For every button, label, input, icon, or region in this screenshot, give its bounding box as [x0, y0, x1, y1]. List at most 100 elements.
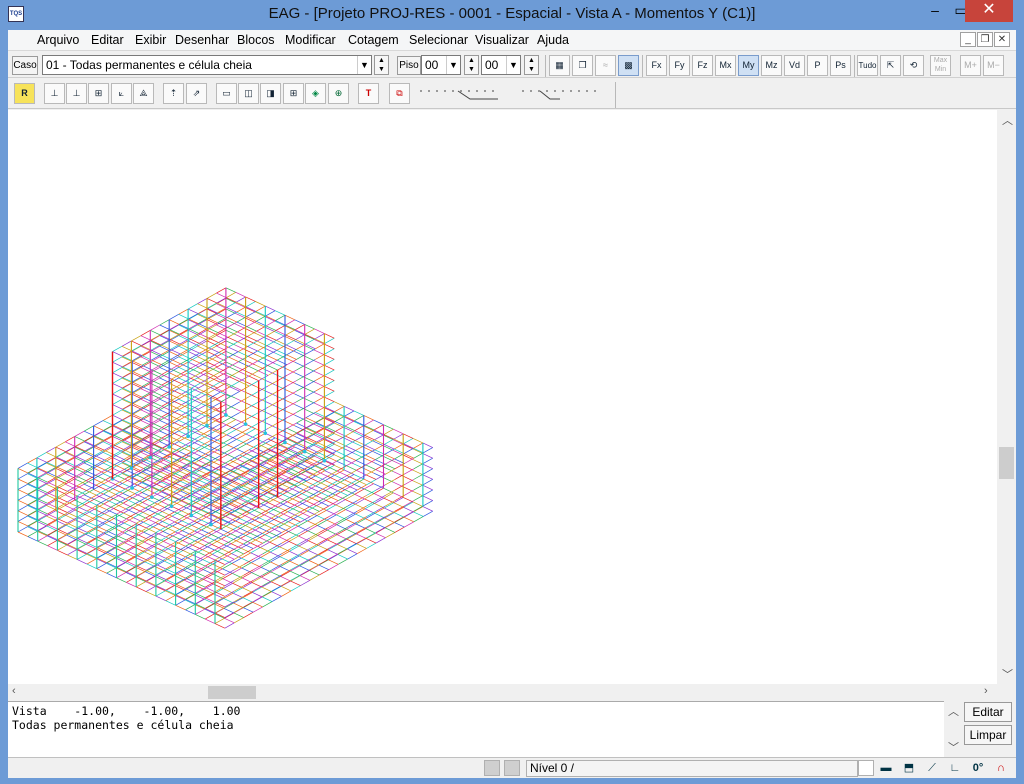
- piso-from-spinner[interactable]: ▲ ▼: [464, 55, 479, 75]
- chevron-down-icon[interactable]: ▼: [357, 56, 371, 74]
- menu-blocos[interactable]: Blocos: [237, 33, 275, 47]
- axis-xz-icon[interactable]: ⊥: [66, 83, 87, 104]
- snap-icon[interactable]: ⬒: [899, 759, 919, 778]
- copy-icon[interactable]: ❐: [572, 55, 593, 76]
- frame-member: [151, 354, 162, 361]
- editar-button[interactable]: Editar: [964, 702, 1012, 722]
- max-min-icon[interactable]: Max Min: [930, 55, 951, 76]
- piso-to-select[interactable]: 00 ▼: [481, 55, 521, 75]
- mdi-close-button[interactable]: ✕: [994, 32, 1010, 47]
- command-console[interactable]: Vista -1.00, -1.00, 1.00 Todas permanente…: [8, 701, 944, 757]
- menu-arquivo[interactable]: Arquivo: [37, 33, 79, 47]
- move-up-icon[interactable]: ⇡: [163, 83, 184, 104]
- chevron-down-icon[interactable]: ▼: [446, 56, 460, 74]
- scroll-down-icon[interactable]: ﹀: [948, 739, 959, 755]
- chevron-down-icon[interactable]: ▼: [506, 56, 520, 74]
- angle-indicator[interactable]: 0°: [968, 759, 988, 778]
- menu-selecionar[interactable]: Selecionar: [409, 33, 468, 47]
- force-fy-icon[interactable]: Fy: [669, 55, 690, 76]
- rotate-axis-2-icon[interactable]: ⟁: [133, 83, 154, 104]
- vertical-scroll-thumb[interactable]: [999, 447, 1014, 479]
- menu-ajuda[interactable]: Ajuda: [537, 33, 569, 47]
- frame-grid-icon[interactable]: ⊞: [283, 83, 304, 104]
- menu-desenhar[interactable]: Desenhar: [175, 33, 229, 47]
- r-button[interactable]: R: [14, 83, 35, 104]
- cube-3d-icon[interactable]: ◈: [305, 83, 326, 104]
- moment-plus-icon[interactable]: M+: [960, 55, 981, 76]
- menu-modificar[interactable]: Modificar: [285, 33, 336, 47]
- frame-member: [224, 601, 235, 608]
- line-weight-icon[interactable]: ▬: [876, 759, 896, 778]
- ortho-line-icon[interactable]: ⟋: [922, 759, 942, 778]
- horizontal-scroll-thumb[interactable]: [208, 686, 256, 699]
- limpar-button[interactable]: Limpar: [964, 725, 1012, 745]
- building-3d-icon[interactable]: ▩: [618, 55, 639, 76]
- frame-member: [27, 510, 38, 517]
- t-button[interactable]: T: [358, 83, 379, 104]
- frame-member: [210, 471, 221, 477]
- magnet-icon[interactable]: ∩: [991, 759, 1011, 778]
- vd-icon[interactable]: Vd: [784, 55, 805, 76]
- window-refresh-icon[interactable]: ⟲: [903, 55, 924, 76]
- scroll-down-icon[interactable]: ﹀: [1002, 666, 1013, 682]
- close-button[interactable]: ✕: [965, 0, 1013, 22]
- moment-minus-icon[interactable]: M−: [983, 55, 1004, 76]
- piso-from-select[interactable]: 00 ▼: [421, 55, 461, 75]
- moment-mx-icon[interactable]: Mx: [715, 55, 736, 76]
- frame-split-icon[interactable]: ◫: [238, 83, 259, 104]
- crosshair-icon[interactable]: ⊕: [328, 83, 349, 104]
- caso-select[interactable]: 01 - Todas permanentes e célula cheia ▼: [42, 55, 372, 75]
- color-swatch[interactable]: [858, 760, 874, 776]
- console-scrollbar[interactable]: ︿ ﹀: [944, 701, 961, 757]
- frame-member: [422, 463, 433, 470]
- mdi-minimize-button[interactable]: _: [960, 32, 976, 47]
- scroll-up-icon[interactable]: ︿: [948, 703, 959, 719]
- caso-spinner[interactable]: ▲ ▼: [374, 55, 389, 75]
- moment-mz-icon[interactable]: Mz: [761, 55, 782, 76]
- menu-visualizar[interactable]: Visualizar: [475, 33, 529, 47]
- frame-member: [150, 335, 160, 342]
- frame-member: [261, 586, 272, 592]
- scroll-up-icon[interactable]: ︿: [1002, 112, 1013, 128]
- grid-icon[interactable]: ▦: [549, 55, 570, 76]
- export-icon[interactable]: ⇱: [880, 55, 901, 76]
- title-bar[interactable]: TQS EAG - [Projeto PROJ-RES - 0001 - Esp…: [0, 0, 1024, 30]
- horizontal-scrollbar[interactable]: ‹ ›: [8, 684, 997, 701]
- level-slider-2[interactable]: [520, 87, 605, 103]
- load-ps-icon[interactable]: Ps: [830, 55, 851, 76]
- piso-to-spinner[interactable]: ▲ ▼: [524, 55, 539, 75]
- mdi-restore-button[interactable]: ❐: [977, 32, 993, 47]
- drawing-canvas[interactable]: [8, 110, 997, 684]
- axis-z-icon[interactable]: ⊥: [44, 83, 65, 104]
- frame-member: [141, 345, 152, 351]
- force-fz-icon[interactable]: Fz: [692, 55, 713, 76]
- edit-window-icon[interactable]: ⧉: [389, 83, 410, 104]
- menu-editar[interactable]: Editar: [91, 33, 124, 47]
- move-diagonal-icon[interactable]: ⇗: [186, 83, 207, 104]
- frame-member: [84, 445, 95, 452]
- menu-exibir[interactable]: Exibir: [135, 33, 166, 47]
- frame-member: [413, 484, 424, 491]
- frame-right-icon[interactable]: ◨: [260, 83, 281, 104]
- scroll-right-icon[interactable]: ›: [984, 685, 988, 697]
- force-fx-icon[interactable]: Fx: [646, 55, 667, 76]
- frame-member: [180, 363, 191, 369]
- menu-cotagem[interactable]: Cotagem: [348, 33, 399, 47]
- scroll-left-icon[interactable]: ‹: [12, 685, 16, 697]
- frame-member: [319, 569, 329, 576]
- frame-member: [74, 489, 85, 495]
- corner-icon[interactable]: ∟: [945, 759, 965, 778]
- load-p-icon[interactable]: P: [807, 55, 828, 76]
- frame-icon[interactable]: ▭: [216, 83, 237, 104]
- plane-xy-icon[interactable]: ⊞: [88, 83, 109, 104]
- frame-member: [206, 303, 217, 310]
- tudo-icon[interactable]: Tudo: [857, 55, 878, 76]
- level-slider-1[interactable]: [418, 87, 503, 103]
- rotate-axis-icon[interactable]: ⟀: [111, 83, 132, 104]
- frame-member: [328, 553, 339, 560]
- scale-icon[interactable]: ≈: [595, 55, 616, 76]
- frame-member: [260, 551, 271, 558]
- moment-my-icon[interactable]: My: [738, 55, 759, 76]
- vertical-scrollbar[interactable]: ︿ ﹀: [997, 110, 1016, 684]
- frame-member: [226, 317, 238, 323]
